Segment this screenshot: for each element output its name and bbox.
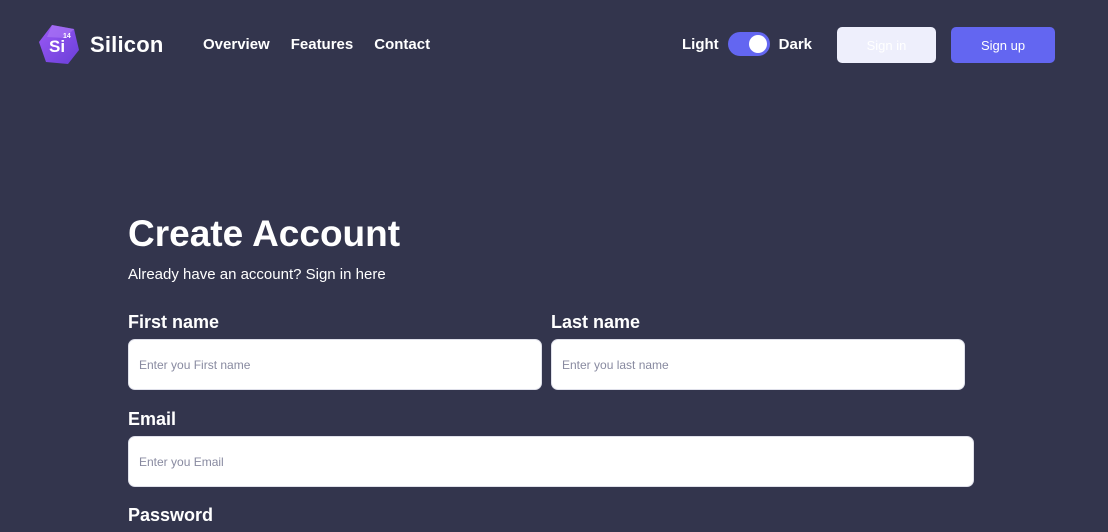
name-row: First name Last name — [128, 311, 965, 390]
sign-in-button[interactable]: Sign in — [837, 27, 936, 63]
nav-overview[interactable]: Overview — [203, 36, 270, 53]
logo-number-text: 14 — [63, 33, 71, 40]
password-label: Password — [128, 505, 214, 525]
theme-light-label: Light — [682, 35, 719, 53]
email-group: Email — [128, 408, 974, 487]
first-name-input[interactable] — [128, 339, 542, 390]
nav-features[interactable]: Features — [291, 36, 354, 53]
last-name-group: Last name — [551, 311, 965, 390]
main-nav: Overview Features Contact — [203, 36, 430, 53]
nav-contact[interactable]: Contact — [374, 36, 430, 53]
site-header: Si 14 Silicon Overview Features Contact … — [0, 0, 1108, 90]
last-name-label: Last name — [551, 312, 641, 332]
signin-link-text[interactable]: Already have an account? Sign in here — [128, 266, 386, 283]
theme-dark-label: Dark — [778, 35, 813, 53]
email-input[interactable] — [128, 436, 974, 487]
brand-logo[interactable]: Si 14 Silicon — [38, 24, 164, 66]
first-name-group: First name — [128, 311, 542, 390]
page-title: Create Account — [128, 213, 401, 254]
theme-switch[interactable] — [727, 32, 770, 56]
theme-switch-knob — [748, 35, 767, 53]
signin-link[interactable]: Already have an account? Sign in here — [128, 266, 974, 284]
email-label: Email — [128, 409, 177, 429]
brand-name: Silicon — [90, 32, 164, 57]
last-name-input[interactable] — [551, 339, 965, 390]
first-name-label: First name — [128, 312, 220, 332]
sign-up-button[interactable]: Sign up — [951, 27, 1055, 63]
silicon-logo-icon: Si 14 — [38, 24, 80, 66]
password-row: Password — [128, 504, 213, 532]
theme-toggle: Light Dark — [682, 32, 812, 56]
email-row: Email — [128, 408, 974, 487]
signup-form: Create Account Already have an account? … — [128, 210, 974, 284]
